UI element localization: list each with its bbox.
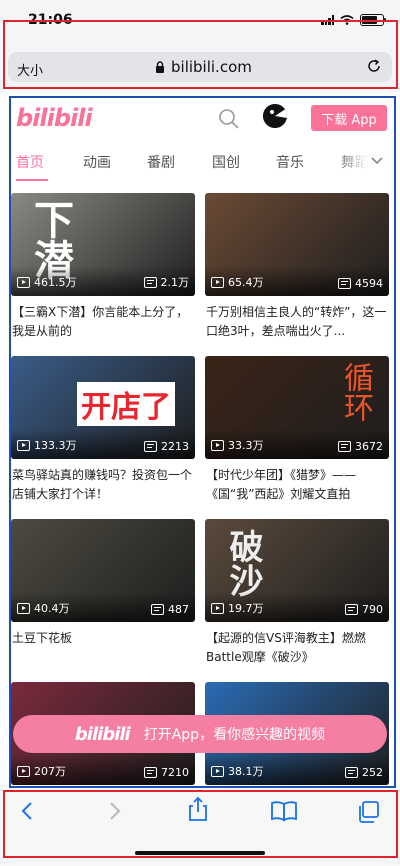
status-time: 21:06 xyxy=(28,12,73,28)
danmaku-icon xyxy=(345,767,358,778)
signal-icon xyxy=(321,15,334,25)
forward-arrow-icon[interactable] xyxy=(105,800,125,822)
tab-animation[interactable]: 动画 xyxy=(83,152,111,172)
banner-logo: bilibili xyxy=(74,723,131,745)
view-count: 133.3万 xyxy=(17,437,77,453)
avatar[interactable] xyxy=(263,104,287,128)
reload-icon[interactable] xyxy=(366,58,382,74)
play-count-icon xyxy=(17,602,30,614)
video-title[interactable]: 【起源的信VS评海教主】燃燃Battle观摩《破沙》 xyxy=(206,629,390,667)
danmaku-count-text: 7210 xyxy=(161,766,189,779)
danmaku-count-text: 790 xyxy=(362,603,383,616)
view-count-text: 133.3万 xyxy=(34,439,77,452)
url-text[interactable]: bilibili.com xyxy=(171,58,252,76)
view-count: 33.3万 xyxy=(211,437,264,453)
video-title[interactable]: 千万别相信主良人的“转炸”，这一口绝3叶，差点喘出火了... xyxy=(206,303,390,341)
wifi-icon xyxy=(340,15,354,25)
tab-bangumi[interactable]: 番剧 xyxy=(147,152,175,172)
video-title[interactable]: 【时代少年团】《猎梦》——《国“我”西起》刘耀文直拍 xyxy=(206,466,390,504)
danmaku-count-text: 2.1万 xyxy=(160,276,190,289)
view-count: 461.5万 xyxy=(17,274,77,290)
view-count: 40.4万 xyxy=(17,600,70,616)
lock-icon xyxy=(156,61,164,73)
tab-guochuang[interactable]: 国创 xyxy=(212,152,240,172)
view-count-text: 40.4万 xyxy=(34,602,70,615)
play-count-icon xyxy=(17,765,30,777)
view-count: 38.1万 xyxy=(211,763,264,779)
video-title[interactable]: 土豆下花板 xyxy=(12,629,196,667)
share-icon[interactable] xyxy=(186,796,210,822)
bilibili-logo[interactable]: bilibili xyxy=(16,104,93,132)
danmaku-count-text: 3672 xyxy=(355,440,383,453)
thumbnail-overlay-text: 破沙 xyxy=(223,529,263,597)
play-count-icon xyxy=(17,276,30,288)
download-app-button[interactable]: 下载 App xyxy=(311,105,387,131)
view-count-text: 19.7万 xyxy=(228,602,264,615)
chevron-down-icon[interactable] xyxy=(370,156,384,166)
danmaku-count-text: 2213 xyxy=(161,440,189,453)
danmaku-count: 252 xyxy=(345,766,383,779)
danmaku-count: 4594 xyxy=(338,277,383,290)
open-app-banner[interactable]: bilibili 打开App，看你感兴趣的视频 xyxy=(13,715,387,753)
tabs-fade xyxy=(332,142,400,182)
danmaku-count: 3672 xyxy=(338,440,383,453)
video-thumbnail[interactable]: 下潜 461.5万 2.1万 xyxy=(11,193,195,296)
view-count: 207万 xyxy=(17,763,66,779)
danmaku-icon xyxy=(338,278,351,289)
danmaku-count: 2.1万 xyxy=(143,274,190,290)
text-size-button[interactable]: 大小 xyxy=(17,60,43,79)
play-count-icon xyxy=(211,765,224,777)
view-count-text: 38.1万 xyxy=(228,765,264,778)
active-tab-indicator xyxy=(16,179,48,181)
search-icon[interactable] xyxy=(218,108,240,130)
tab-music[interactable]: 音乐 xyxy=(276,152,304,172)
danmaku-count: 487 xyxy=(151,603,189,616)
bookmarks-icon[interactable] xyxy=(270,800,298,822)
play-count-icon xyxy=(211,439,224,451)
view-count: 19.7万 xyxy=(211,600,264,616)
danmaku-count: 2213 xyxy=(144,440,189,453)
view-count-text: 461.5万 xyxy=(34,276,77,289)
tab-home[interactable]: 首页 xyxy=(16,152,44,172)
danmaku-icon xyxy=(338,441,351,452)
danmaku-icon xyxy=(345,604,358,615)
danmaku-icon xyxy=(144,767,157,778)
danmaku-count-text: 252 xyxy=(362,766,383,779)
danmaku-count: 7210 xyxy=(144,766,189,779)
tabs-icon[interactable] xyxy=(356,800,380,824)
danmaku-count-text: 487 xyxy=(168,603,189,616)
view-count: 65.4万 xyxy=(211,274,264,290)
video-thumbnail[interactable]: 65.4万 4594 xyxy=(205,193,389,296)
status-icons xyxy=(321,14,386,26)
thumbnail-overlay-text: 开店了 xyxy=(77,382,175,426)
play-count-icon xyxy=(211,276,224,288)
video-title[interactable]: 【三霸X下潜】你言能本上分了，我是从前的 xyxy=(12,303,196,341)
view-count-text: 33.3万 xyxy=(228,439,264,452)
video-thumbnail[interactable]: 开店了 133.3万 2213 xyxy=(11,356,195,459)
video-title[interactable]: 菜鸟驿站真的赚钱吗？投资包一个店铺大家打个详！ xyxy=(12,466,196,504)
danmaku-count-text: 4594 xyxy=(355,277,383,290)
view-count-text: 207万 xyxy=(34,765,66,778)
battery-icon xyxy=(360,14,386,26)
view-count-text: 65.4万 xyxy=(228,276,264,289)
video-thumbnail[interactable]: 循环 33.3万 3672 xyxy=(205,356,389,459)
battery-level xyxy=(362,16,377,24)
banner-text: 打开App，看你感兴趣的视频 xyxy=(143,727,326,743)
danmaku-icon xyxy=(151,604,164,615)
video-thumbnail[interactable]: 40.4万 487 xyxy=(11,519,195,622)
thumbnail-overlay-text: 循环 xyxy=(338,362,373,422)
play-count-icon xyxy=(17,439,30,451)
danmaku-icon xyxy=(143,276,157,288)
danmaku-icon xyxy=(144,441,157,452)
play-count-icon xyxy=(211,602,224,614)
danmaku-count: 790 xyxy=(345,603,383,616)
back-arrow-icon[interactable] xyxy=(17,800,37,822)
home-indicator xyxy=(135,851,265,855)
video-thumbnail[interactable]: 破沙 19.7万 790 xyxy=(205,519,389,622)
